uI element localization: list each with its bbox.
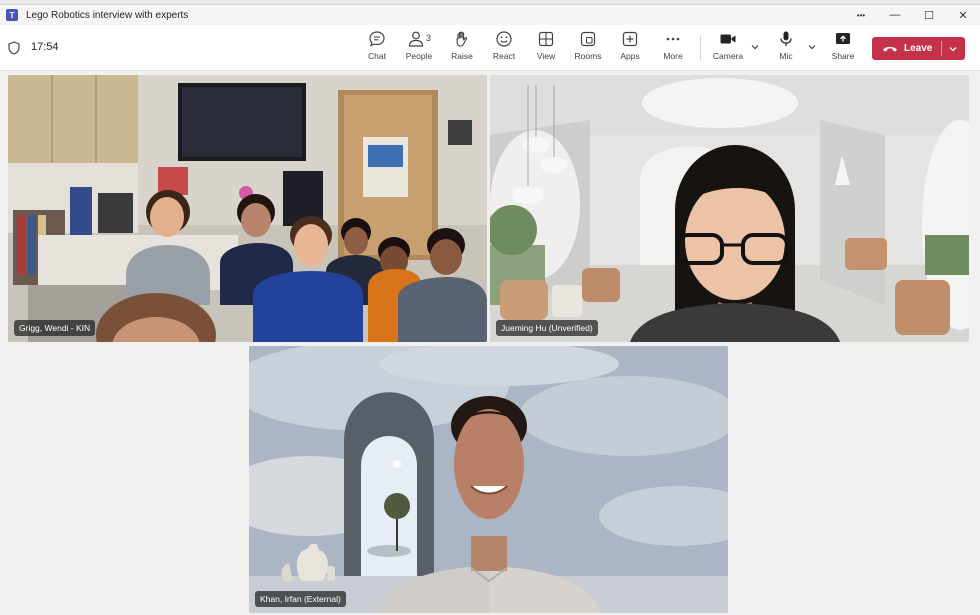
chat-label: Chat — [368, 51, 386, 61]
leave-button[interactable]: Leave — [872, 37, 965, 60]
smiley-icon — [496, 31, 512, 47]
apps-button[interactable]: Apps — [607, 30, 653, 66]
leave-label: Leave — [904, 43, 933, 54]
title-bar: T Lego Robotics interview with experts •… — [0, 5, 980, 25]
raise-label: Raise — [451, 51, 473, 61]
teams-meeting-window: T Lego Robotics interview with experts •… — [0, 0, 980, 615]
chat-icon — [369, 31, 385, 47]
people-count: 3 — [426, 33, 432, 43]
sky-arch-video-feed — [249, 346, 728, 613]
leave-options-chevron-down-icon[interactable] — [947, 43, 959, 55]
hang-up-phone-icon — [883, 46, 897, 52]
more-label: More — [663, 51, 683, 61]
camera-label: Camera — [712, 51, 744, 61]
window-controls: ••• — ☐ ✕ — [844, 5, 980, 25]
toolbar-divider — [700, 36, 701, 60]
hand-icon — [456, 31, 468, 47]
participant-name-tag: Grigg, Wendi - KIN — [14, 320, 96, 336]
share-button[interactable]: Share — [820, 30, 866, 66]
mic-options-chevron-down-icon[interactable] — [806, 41, 818, 53]
window-title: Lego Robotics interview with experts — [26, 9, 189, 21]
people-icon-group: 3 — [404, 30, 434, 48]
video-tile-jueming-hu[interactable]: Jueming Hu (Unverified) — [490, 75, 969, 342]
shield-icon — [8, 41, 20, 55]
meeting-toolbar: 17:54 Chat 3 People Raise React View Roo… — [0, 25, 980, 71]
mic-label: Mic — [779, 51, 793, 61]
view-button[interactable]: View — [523, 30, 569, 66]
video-tile-khan-irfan[interactable]: Khan, Irfan (External) — [249, 346, 728, 613]
rooms-icon — [580, 31, 596, 47]
participant-name-tag: Jueming Hu (Unverified) — [496, 320, 598, 336]
view-label: View — [536, 51, 556, 61]
apps-label: Apps — [620, 51, 640, 61]
ellipsis-icon — [666, 37, 680, 41]
people-label: People — [405, 51, 433, 61]
react-label: React — [492, 51, 516, 61]
leave-separator — [941, 41, 942, 56]
camera-button[interactable]: Camera — [705, 30, 751, 66]
meeting-timer: 17:54 — [31, 41, 59, 53]
participant-name-tag: Khan, Irfan (External) — [255, 591, 346, 607]
people-icon — [408, 31, 424, 47]
rooms-button[interactable]: Rooms — [565, 30, 611, 66]
share-screen-icon — [836, 33, 850, 44]
more-button[interactable]: More — [650, 30, 696, 66]
virtual-room-video-feed — [490, 75, 969, 342]
share-label: Share — [831, 51, 855, 61]
grid-view-icon — [538, 31, 554, 47]
close-window-button[interactable]: ✕ — [946, 5, 980, 25]
apps-plus-icon — [622, 31, 638, 47]
video-tile-grigg-wendi[interactable]: Grigg, Wendi - KIN — [8, 75, 487, 342]
minimize-button[interactable]: — — [878, 5, 912, 25]
microphone-icon — [780, 31, 792, 46]
window-more-button[interactable]: ••• — [844, 5, 878, 25]
raise-hand-button[interactable]: Raise — [439, 30, 485, 66]
chat-button[interactable]: Chat — [354, 30, 400, 66]
classroom-video-feed — [8, 75, 487, 342]
people-button[interactable]: 3 People — [396, 30, 442, 66]
camera-icon — [720, 34, 736, 44]
mic-button[interactable]: Mic — [763, 30, 809, 66]
teams-logo-icon: T — [6, 9, 18, 21]
camera-options-chevron-down-icon[interactable] — [749, 41, 761, 53]
maximize-button[interactable]: ☐ — [912, 5, 946, 25]
rooms-label: Rooms — [574, 51, 602, 61]
react-button[interactable]: React — [481, 30, 527, 66]
